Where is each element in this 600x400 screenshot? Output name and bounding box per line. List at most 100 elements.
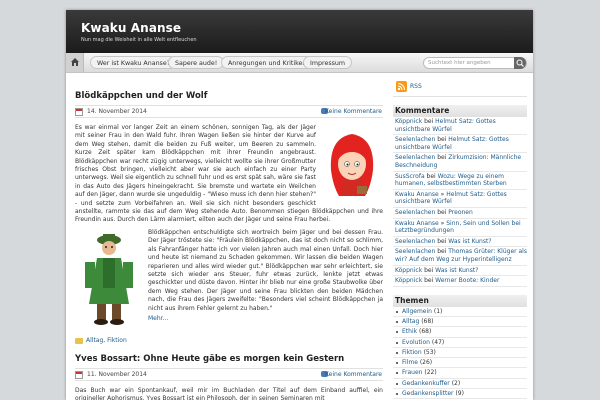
comment-separator: bei [435, 237, 449, 245]
nav-item-anregungen-und-kritiken[interactable]: Anregungen und Kritiken [221, 56, 314, 69]
category-item: Allgemein (1) [393, 307, 527, 317]
sidebar: RSS Kommentare Köppnick bei Helmut Satz:… [393, 77, 527, 400]
comment-separator: bei [422, 277, 436, 285]
recent-comment-item: Kwaku Ananse » Helmut Satz: Gottes unsic… [393, 190, 527, 208]
comment-author-link[interactable]: Seelenlachen [395, 209, 435, 216]
category-link[interactable]: Gedankensplitter [402, 390, 454, 397]
comment-post-link[interactable]: Preonen [448, 209, 473, 216]
post-tags: Alltag, Fiktion [75, 337, 383, 346]
recent-comment-item: Seelenlachen bei Zirkumzision: Männliche… [393, 153, 527, 172]
recent-comment-item: Seelenlachen bei Preonen [393, 208, 527, 219]
nav-item-sapere-aude[interactable]: Sapere aude! [168, 56, 225, 69]
site-header: Kwaku Ananse Nun mag die Weisheit in all… [66, 10, 533, 53]
comment-author-link[interactable]: Köppnick [395, 277, 422, 284]
tag-links[interactable]: Alltag, Fiktion [86, 337, 127, 344]
search-input[interactable]: Suchtext hier angeben [423, 57, 527, 69]
post-body: Es war einmal vor langer Zeit an einem s… [75, 124, 383, 329]
comment-separator: bei [435, 136, 449, 144]
category-item: Evolution (47) [393, 338, 527, 348]
post-meta: 11. November 2014 Keine Kommentare [75, 367, 383, 381]
comments-link[interactable]: Keine Kommentare [325, 371, 382, 378]
recent-comment-item: SusScrofa bei Wozu: Wege zu einem humane… [393, 172, 527, 190]
post-date: 11. November 2014 [87, 370, 147, 378]
site-title[interactable]: Kwaku Ananse [81, 21, 181, 35]
red-riding-hood-image [321, 126, 383, 204]
category-count: (2) [451, 379, 461, 387]
category-link[interactable]: Allgemein [402, 308, 432, 315]
category-count: (22) [424, 369, 437, 377]
comment-author-link[interactable]: Seelenlachen [395, 136, 435, 143]
category-link[interactable]: Fiktion [402, 349, 422, 356]
category-link[interactable]: Gedankenkuffer [402, 380, 450, 387]
read-more-link[interactable]: Mehr... [148, 315, 168, 322]
comment-separator: bei [435, 248, 449, 256]
home-icon [71, 58, 79, 66]
category-link[interactable]: Alltag [402, 318, 419, 325]
category-item: Gedankensplitter (9) [393, 389, 527, 400]
comment-separator: bei [435, 208, 449, 216]
comment-author-link[interactable]: Kwaku Ananse [395, 220, 439, 227]
post-body: Das Buch war ein Spontankauf, weil mir i… [75, 387, 383, 400]
recent-comment-item: Seelenlachen bei Thomas Grüter: Klüger a… [393, 247, 527, 266]
comment-author-link[interactable]: Seelenlachen [395, 248, 435, 255]
category-item: Alltag (68) [393, 317, 527, 328]
comments-link[interactable]: Keine Kommentare [325, 108, 382, 115]
calendar-icon [75, 108, 83, 116]
comment-author-link[interactable]: SusScrofa [395, 173, 425, 180]
comment-separator: bei [422, 266, 436, 274]
main-content: Blödkäppchen und der Wolf 14. November 2… [75, 77, 383, 400]
recent-comment-item: Kwaku Ananse » Sinn, Sein und Sollen bei… [393, 219, 527, 237]
recent-comments-list: Köppnick bei Helmut Satz: Gottes unsicht… [393, 117, 527, 287]
category-count: (68) [419, 328, 432, 336]
recent-comment-item: Seelenlachen bei Was ist Kunst? [393, 237, 527, 248]
post-meta: 14. November 2014 Keine Kommentare [75, 105, 383, 118]
comment-author-link[interactable]: Köppnick [395, 118, 422, 125]
category-item: Ethik (68) [393, 327, 527, 338]
page-wrapper: Kwaku Ananse Nun mag die Weisheit in all… [66, 10, 533, 400]
category-item: Frauen (22) [393, 368, 527, 379]
post-paragraph: Blödkäppchen entschuldigte sich wortreic… [148, 228, 383, 312]
category-count: (47) [431, 338, 445, 346]
comments-widget-title: Kommentare [393, 105, 527, 117]
nav-item-impressum[interactable]: Impressum [303, 56, 352, 69]
category-count: (68) [421, 317, 434, 325]
comment-post-link[interactable]: Was ist Kunst? [448, 238, 491, 245]
category-item: Filme (26) [393, 358, 527, 369]
comment-author-link[interactable]: Köppnick [395, 267, 422, 274]
comment-post-link[interactable]: Was ist Kunst? [435, 267, 478, 274]
comment-author-link[interactable]: Kwaku Ananse [395, 191, 439, 198]
rss-label[interactable]: RSS [410, 83, 422, 90]
recent-comment-item: Köppnick bei Helmut Satz: Gottes unsicht… [393, 117, 527, 136]
category-item: Fiktion (53) [393, 348, 527, 359]
post: Yves Bossart: Ohne Heute gäbe es morgen … [75, 354, 383, 400]
category-count: (53) [423, 348, 436, 356]
categories-list: Allgemein (1) Alltag (68) Ethik (68) Evolut… [393, 307, 527, 400]
comment-author-link[interactable]: Seelenlachen [395, 154, 435, 161]
category-count: (26) [419, 359, 433, 367]
comment-author-link[interactable]: Seelenlachen [395, 238, 435, 245]
rss-icon [396, 81, 407, 92]
comment-separator: bei [422, 118, 436, 125]
recent-comment-item: Köppnick bei Werner Boote: Kinder [393, 276, 527, 287]
rss-feed[interactable]: RSS [393, 77, 527, 97]
post-title[interactable]: Yves Bossart: Ohne Heute gäbe es morgen … [75, 354, 383, 366]
category-item: Gedankenkuffer (2) [393, 379, 527, 390]
comment-post-link[interactable]: Werner Boote: Kinder [435, 277, 499, 284]
search-button[interactable] [514, 57, 526, 69]
category-link[interactable]: Frauen [402, 369, 422, 376]
calendar-icon [75, 370, 83, 379]
post-date: 14. November 2014 [87, 108, 147, 115]
post: Blödkäppchen und der Wolf 14. November 2… [75, 91, 383, 346]
nav-item-wer-ist-kwaku-ananse[interactable]: Wer ist Kwaku Ananse? [90, 56, 178, 69]
home-button[interactable] [66, 53, 84, 72]
post-title[interactable]: Blödkäppchen und der Wolf [75, 91, 383, 103]
themes-widget-title: Themen [393, 294, 527, 307]
search-placeholder: Suchtext hier angeben [428, 60, 491, 66]
recent-comment-item: Köppnick bei Was ist Kunst? [393, 266, 527, 277]
category-link[interactable]: Filme [402, 359, 418, 366]
folder-icon [75, 337, 83, 344]
comment-separator: bei [424, 172, 438, 180]
recent-comment-item: Seelenlachen bei Helmut Satz: Gottes uns… [393, 135, 527, 154]
category-link[interactable]: Evolution [402, 339, 430, 346]
category-link[interactable]: Ethik [402, 328, 417, 335]
